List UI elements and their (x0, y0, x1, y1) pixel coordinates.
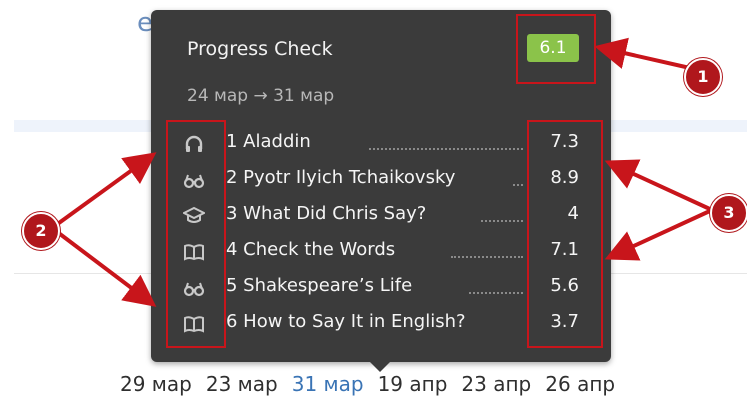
timeline-date[interactable]: 23 мар (206, 372, 292, 402)
timeline-date[interactable]: 19 апр (378, 372, 462, 402)
annotation-marker-1: 1 (684, 58, 722, 96)
timeline-date[interactable]: 29 мар (120, 372, 206, 402)
timeline-date-active[interactable]: 31 мар (292, 372, 378, 402)
timeline-date[interactable]: 26 апр (545, 372, 629, 402)
annotation-marker-3: 3 (710, 194, 747, 232)
annotation-marker-2: 2 (22, 212, 60, 250)
annotation-arrows (50, 37, 713, 307)
timeline-date[interactable]: 23 апр (461, 372, 545, 402)
timeline-dates: 29 мар 23 мар 31 мар 19 апр 23 апр 26 ап… (120, 372, 629, 402)
